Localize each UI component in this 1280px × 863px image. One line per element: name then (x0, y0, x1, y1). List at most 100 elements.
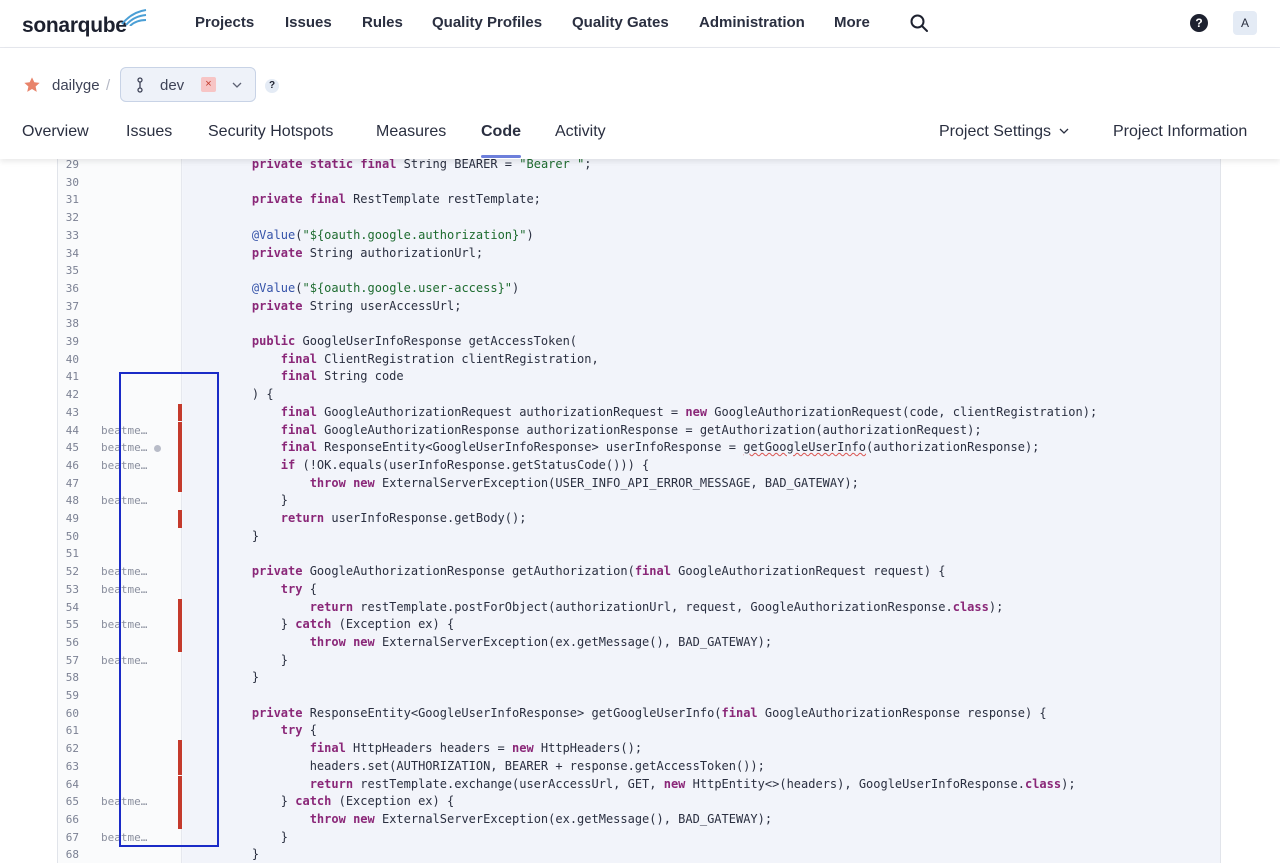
line-number[interactable]: 50 (58, 528, 79, 546)
line-number[interactable]: 68 (58, 846, 79, 863)
line-number[interactable]: 34 (58, 245, 79, 263)
code-line: 59 (58, 687, 1220, 705)
line-number[interactable]: 60 (58, 705, 79, 723)
nav-projects[interactable]: Projects (195, 14, 254, 31)
line-number[interactable]: 37 (58, 298, 79, 316)
source-code-text: final HttpHeaders headers = new HttpHead… (309, 741, 643, 756)
nav-administration[interactable]: Administration (699, 14, 805, 31)
help-icon[interactable]: ? (1190, 14, 1208, 32)
line-number[interactable]: 29 (58, 159, 79, 174)
line-number[interactable]: 55 (58, 616, 79, 634)
line-number[interactable]: 58 (58, 669, 79, 687)
search-icon[interactable] (909, 13, 929, 33)
line-number[interactable]: 48 (58, 492, 79, 510)
tab-security-hotspots[interactable]: Security Hotspots (208, 123, 333, 141)
tab-measures[interactable]: Measures (376, 123, 446, 141)
nav-quality-profiles[interactable]: Quality Profiles (432, 14, 542, 31)
line-number[interactable]: 52 (58, 563, 79, 581)
nav-quality-gates[interactable]: Quality Gates (572, 14, 669, 31)
branch-failed-badge: × (201, 77, 216, 92)
project-name-link[interactable]: dailyge (52, 77, 100, 94)
line-number[interactable]: 47 (58, 475, 79, 493)
user-avatar[interactable]: A (1233, 11, 1257, 35)
source-code-text: private ResponseEntity<GoogleUserInfoRes… (251, 705, 1047, 720)
line-number[interactable]: 44 (58, 422, 79, 440)
line-number[interactable]: 39 (58, 333, 79, 351)
line-number[interactable]: 67 (58, 829, 79, 847)
nav-rules[interactable]: Rules (362, 14, 403, 31)
line-number[interactable]: 42 (58, 386, 79, 404)
code-line: 47 throw new ExternalServerException(USE… (58, 474, 1220, 493)
source-code-text: private final RestTemplate restTemplate; (251, 192, 541, 207)
line-number[interactable]: 46 (58, 457, 79, 475)
line-number[interactable]: 35 (58, 262, 79, 280)
line-number[interactable]: 40 (58, 351, 79, 369)
line-number[interactable]: 54 (58, 599, 79, 617)
tab-activity[interactable]: Activity (555, 123, 606, 141)
code-line: 45 beatme… final ResponseEntity<GoogleUse… (58, 439, 1220, 457)
line-number[interactable]: 63 (58, 758, 79, 776)
project-information-link[interactable]: Project Information (1113, 123, 1247, 141)
source-code-text: headers.set(AUTHORIZATION, BEARER + resp… (223, 758, 765, 773)
line-number[interactable]: 33 (58, 227, 79, 245)
nav-more[interactable]: More (834, 14, 870, 31)
tab-code[interactable]: Code (481, 123, 521, 141)
line-number[interactable]: 61 (58, 722, 79, 740)
nav-issues[interactable]: Issues (285, 14, 332, 31)
line-number[interactable]: 32 (58, 209, 79, 227)
line-number[interactable]: 36 (58, 280, 79, 298)
line-number[interactable]: 57 (58, 652, 79, 670)
code-line: 34 private String authorizationUrl; (58, 245, 1220, 263)
sonarqube-logo[interactable]: sonarqube (22, 8, 152, 38)
source-code-text: if (!OK.equals(userInfoResponse.getStatu… (280, 457, 650, 472)
source-code-text: throw new ExternalServerException(ex.get… (309, 634, 773, 649)
branch-selector[interactable]: dev × (120, 67, 256, 102)
source-code-text: private String userAccessUrl; (251, 298, 462, 313)
line-number[interactable]: 31 (58, 191, 79, 209)
line-number[interactable]: 49 (58, 510, 79, 528)
project-settings-menu[interactable]: Project Settings (939, 123, 1069, 141)
source-code-text: return userInfoResponse.getBody(); (280, 511, 527, 525)
line-number[interactable]: 30 (58, 174, 79, 192)
line-number[interactable]: 62 (58, 740, 79, 758)
code-line: 54 return restTemplate.postForObject(aut… (58, 598, 1220, 617)
code-line: 51 (58, 545, 1220, 563)
line-number[interactable]: 41 (58, 368, 79, 386)
code-line: 43 final GoogleAuthorizationRequest auth… (58, 403, 1220, 422)
code-line: 40 final ClientRegistration clientRegist… (58, 351, 1220, 369)
tab-issues[interactable]: Issues (126, 123, 172, 141)
source-code-text: return restTemplate.exchange(userAccessU… (309, 776, 1076, 791)
line-number[interactable]: 59 (58, 687, 79, 705)
source-code-text: return restTemplate.postForObject(author… (309, 599, 1004, 614)
source-code-text: } (223, 847, 260, 862)
tab-overview[interactable]: Overview (22, 123, 89, 141)
branch-icon (137, 77, 143, 93)
line-number[interactable]: 38 (58, 315, 79, 333)
line-number[interactable]: 66 (58, 811, 79, 829)
code-line: 60 private ResponseEntity<GoogleUserInfo… (58, 705, 1220, 723)
branch-name: dev (160, 77, 185, 94)
active-tab-indicator (481, 155, 521, 158)
breadcrumb-separator: / (106, 77, 111, 94)
line-number[interactable]: 45 (58, 439, 79, 457)
line-number[interactable]: 56 (58, 634, 79, 652)
source-code-text: } (223, 652, 289, 667)
line-number[interactable]: 43 (58, 404, 79, 422)
line-number[interactable]: 65 (58, 793, 79, 811)
favorite-star-icon[interactable] (23, 76, 41, 94)
code-line: 68 } (58, 846, 1220, 863)
code-line: 64 return restTemplate.exchange(userAcce… (58, 775, 1220, 794)
code-line: 55 beatme… } catch (Exception ex) { (58, 616, 1220, 634)
line-number[interactable]: 53 (58, 581, 79, 599)
code-line: 37 private String userAccessUrl; (58, 298, 1220, 316)
code-line: 33 @Value("${oauth.google.authorization}… (58, 227, 1220, 245)
source-code-text: } catch (Exception ex) { (223, 617, 455, 632)
project-settings-label: Project Settings (939, 123, 1052, 140)
source-code-text: private static final String BEARER = "Be… (251, 159, 592, 171)
source-code-text: final ClientRegistration clientRegistrat… (280, 351, 599, 366)
line-number[interactable]: 64 (58, 776, 79, 794)
source-code-text: } (223, 493, 289, 508)
branch-help-icon[interactable]: ? (265, 79, 279, 93)
code-line: 41 final String code (58, 368, 1220, 386)
line-number[interactable]: 51 (58, 545, 79, 563)
